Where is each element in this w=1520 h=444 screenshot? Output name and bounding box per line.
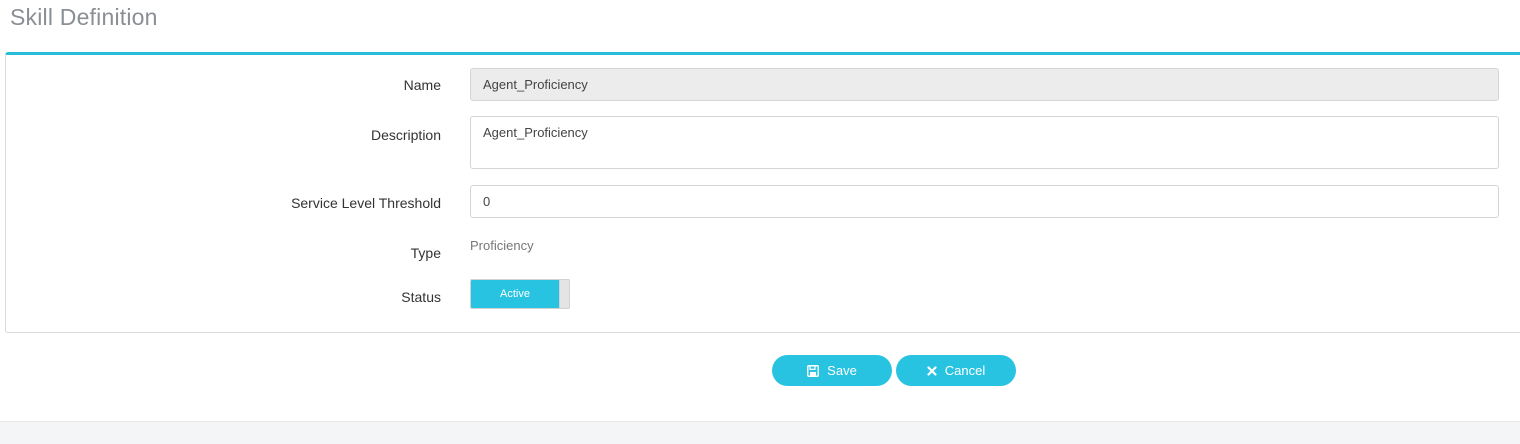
service-level-threshold-input[interactable]: 0 — [470, 185, 1499, 218]
footer-band — [0, 421, 1520, 444]
name-label: Name — [403, 77, 441, 93]
status-toggle[interactable]: Active — [470, 279, 570, 309]
skill-definition-panel: Name Agent_Proficiency Description Agent… — [5, 52, 1520, 333]
name-field[interactable]: Agent_Proficiency — [470, 68, 1499, 101]
page-title: Skill Definition — [10, 4, 158, 30]
service-level-threshold-label: Service Level Threshold — [291, 195, 441, 211]
status-toggle-handle[interactable] — [559, 280, 569, 308]
description-label: Description — [370, 127, 441, 143]
cancel-button[interactable]: Cancel — [896, 355, 1016, 386]
floppy-disk-icon — [807, 364, 820, 377]
status-toggle-label: Active — [471, 280, 559, 308]
description-field[interactable]: Agent_Proficiency — [470, 116, 1499, 169]
cancel-button-label: Cancel — [944, 363, 986, 378]
type-value: Proficiency — [470, 238, 534, 253]
type-label: Type — [410, 245, 441, 261]
save-button[interactable]: Save — [772, 355, 892, 386]
save-button-label: Save — [827, 363, 857, 378]
close-icon — [927, 365, 937, 376]
status-label: Status — [401, 289, 441, 305]
